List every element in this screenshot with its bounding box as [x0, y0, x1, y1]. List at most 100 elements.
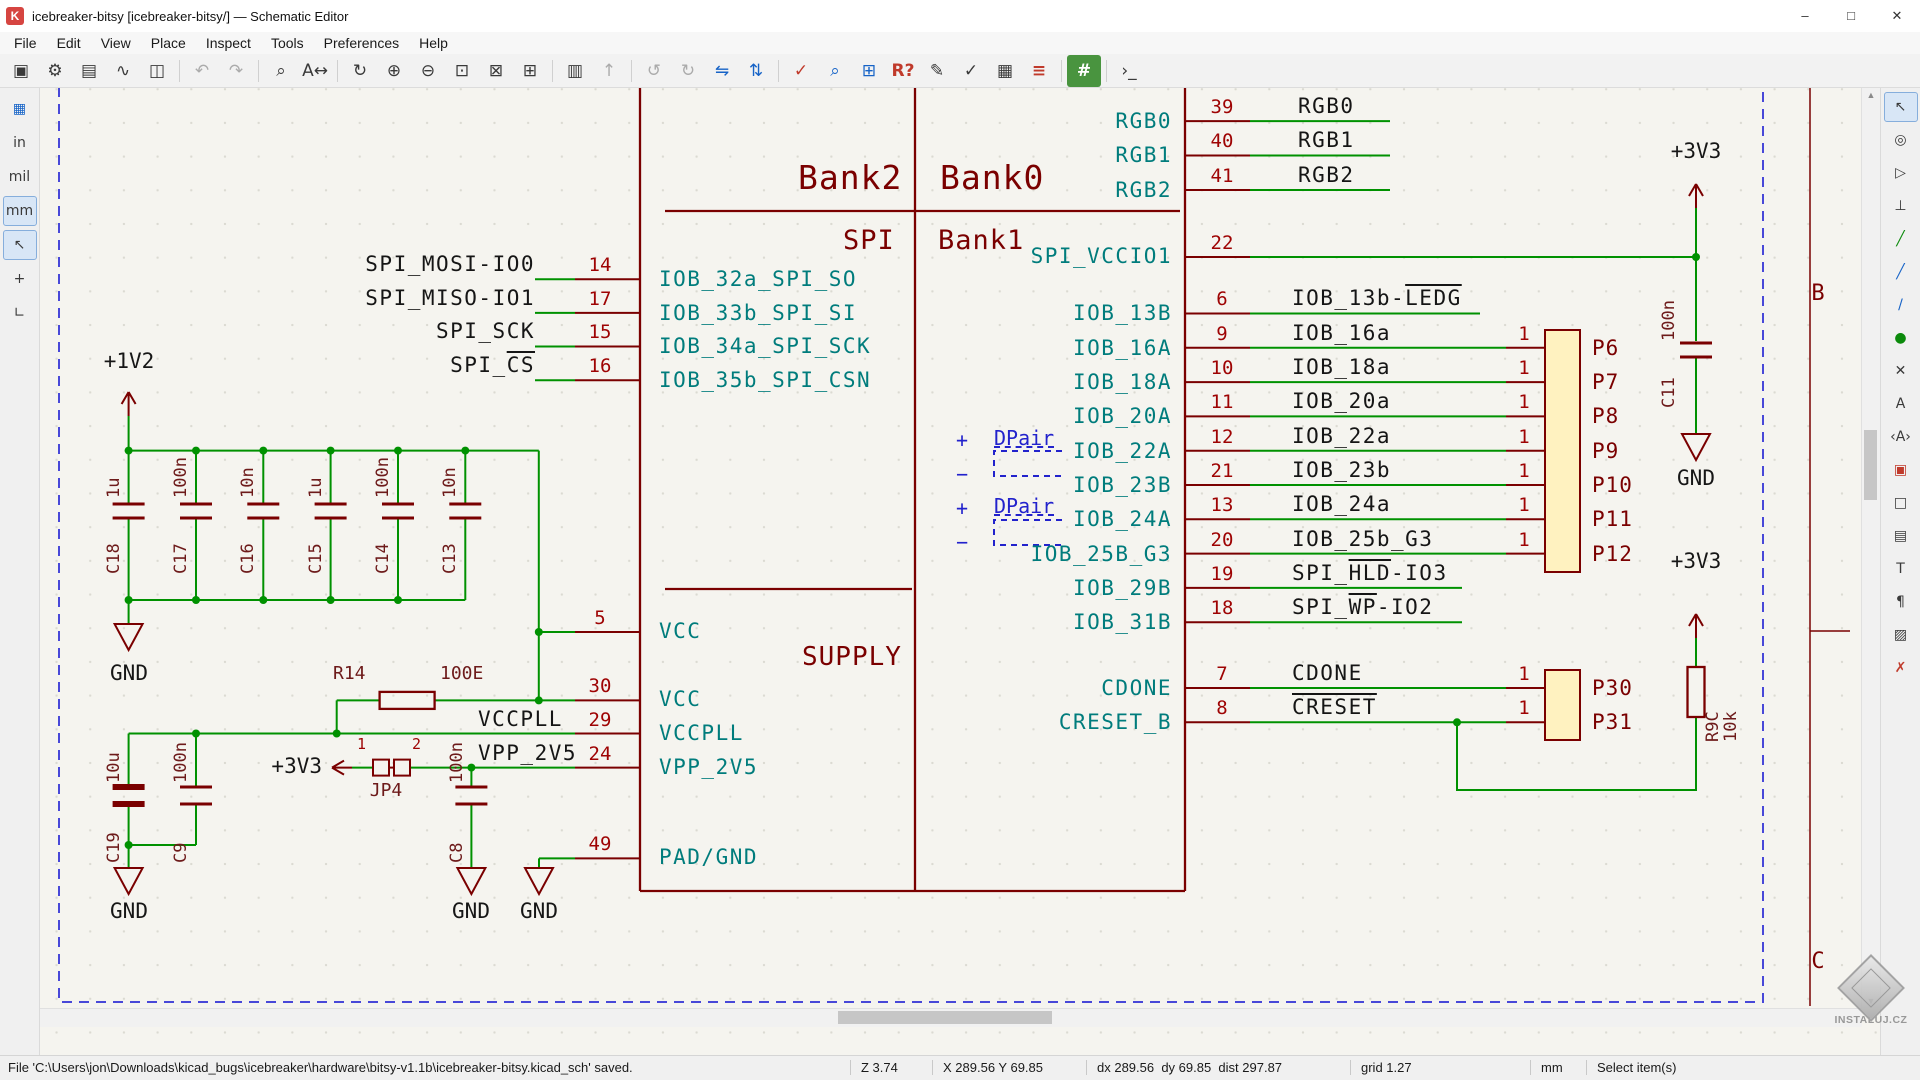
connector-pin-number[interactable]: 1 [1504, 325, 1544, 344]
gnd-label[interactable]: GND [494, 901, 584, 922]
dpair-plus[interactable]: + [956, 498, 968, 518]
pin-name[interactable]: VCCPLL [659, 723, 744, 744]
close-button[interactable]: ✕ [1874, 0, 1920, 32]
power-label-3v3[interactable]: +3V3 [238, 756, 322, 777]
pin-name[interactable]: IOB_31B [1073, 612, 1172, 633]
connector-pin-number[interactable]: 1 [1504, 428, 1544, 447]
pin-row[interactable]: IOB_20A 11 IOB_20a 1 P8 [0, 382, 1920, 416]
vertical-scrollbar[interactable]: ▲ ▼ [1861, 88, 1880, 1008]
mirror-h-button[interactable]: ⇋ [705, 55, 739, 87]
refresh-button[interactable]: ↻ [343, 55, 377, 87]
measure-tool-button[interactable]: ∟ [3, 298, 37, 328]
net-label[interactable]: SPI_WP-IO2 [1292, 597, 1433, 618]
pin-number[interactable]: 6 [1192, 290, 1252, 309]
schematic-canvas[interactable]: Bank2 Bank0 SPI Bank1 SUPPLY RGB0 39 RGB… [0, 0, 1920, 1080]
sheet-settings-button[interactable]: ⚙ [38, 55, 72, 87]
net-label[interactable]: RGB0 [1298, 96, 1355, 117]
pin-number[interactable]: 22 [1192, 234, 1252, 253]
pin-number[interactable]: 39 [1192, 98, 1252, 117]
scroll-up-arrow[interactable]: ▲ [1862, 90, 1880, 100]
power-label-3v3[interactable]: +3V3 [1651, 141, 1741, 162]
open-pcb-editor-button[interactable]: # [1067, 55, 1101, 87]
units-mils-button[interactable]: mil [3, 162, 37, 192]
r9c-reference[interactable]: R9C [1703, 664, 1723, 742]
leave-sheet-button[interactable]: ↑ [592, 55, 626, 87]
menu-item[interactable]: Place [141, 35, 196, 51]
capacitor-reference[interactable]: C13 [440, 524, 460, 574]
symbol-fields-table-button[interactable]: ▦ [988, 55, 1022, 87]
plot-button[interactable]: ∿ [106, 55, 140, 87]
connector-pin-number[interactable]: 1 [1504, 462, 1544, 481]
net-label[interactable]: VCCPLL [478, 709, 563, 730]
capacitor[interactable]: 10n C16 [229, 450, 296, 600]
capacitor[interactable]: 10u C19 [95, 737, 162, 887]
capacitor-value[interactable]: 10n [440, 450, 460, 498]
pin-number[interactable]: 41 [1192, 167, 1252, 186]
net-label[interactable]: CRESET [1292, 697, 1377, 718]
rotate-ccw-button[interactable]: ↺ [637, 55, 671, 87]
add-bus-tool[interactable]: ╱ [1884, 257, 1918, 287]
net-label[interactable]: RGB1 [1298, 130, 1355, 151]
r14-reference[interactable]: R14 [333, 665, 366, 683]
pin-number[interactable]: 19 [1192, 565, 1252, 584]
dpair-plus[interactable]: + [956, 430, 968, 450]
add-net-label-tool[interactable]: A [1884, 389, 1918, 419]
pin-number[interactable]: 14 [570, 256, 630, 275]
capacitor[interactable]: 100n C9 [162, 737, 229, 887]
pin-number[interactable]: 49 [570, 835, 630, 854]
units-inches-button[interactable]: in [3, 128, 37, 158]
power-label-1v2[interactable]: +1V2 [84, 351, 174, 372]
gnd-label[interactable]: GND [84, 663, 174, 684]
mirror-v-button[interactable]: ⇅ [739, 55, 773, 87]
capacitor-reference[interactable]: C15 [306, 524, 326, 574]
connector-pin-number[interactable]: 1 [1504, 665, 1544, 684]
capacitor-reference[interactable]: C9 [171, 813, 191, 863]
connector-pin-number[interactable]: 1 [1504, 496, 1544, 515]
dpair-label[interactable]: DPair [994, 428, 1054, 448]
maximize-button[interactable]: □ [1828, 0, 1874, 32]
pin-name[interactable]: CRESET_B [1059, 712, 1172, 733]
pin-name[interactable]: VPP_2V5 [659, 757, 758, 778]
zoom-page-button[interactable]: ⊡ [445, 55, 479, 87]
pin-row[interactable]: CDONE 7 CDONE 1 P30 [0, 654, 1920, 688]
net-label[interactable]: IOB_16a [1292, 323, 1391, 344]
gnd-label[interactable]: GND [1651, 468, 1741, 489]
connector-pin-number[interactable]: 1 [1504, 531, 1544, 550]
r9c-value[interactable]: 10k [1721, 664, 1741, 742]
power-label-3v3[interactable]: +3V3 [1651, 551, 1741, 572]
capacitor-value[interactable]: 1u [306, 450, 326, 498]
pin-row[interactable]: RGB0 39 RGB0 [0, 87, 1920, 121]
menu-item[interactable]: View [91, 35, 141, 51]
capacitor-reference[interactable]: C14 [373, 524, 393, 574]
pin-number[interactable]: 9 [1192, 325, 1252, 344]
zoom-selection-button[interactable]: ⊞ [513, 55, 547, 87]
connector-pin-number[interactable]: 1 [1504, 359, 1544, 378]
connector-pin-number[interactable]: 1 [1504, 393, 1544, 412]
jp4-pin2-number[interactable]: 2 [412, 737, 421, 752]
jp4-jumper-symbol[interactable] [373, 760, 410, 776]
net-label[interactable]: IOB_22a [1292, 426, 1391, 447]
capacitor-reference[interactable]: C17 [171, 524, 191, 574]
bom-button[interactable]: ≡ [1022, 55, 1056, 87]
add-textbox-tool[interactable]: ¶ [1884, 587, 1918, 617]
dpair-label[interactable]: DPair [994, 496, 1054, 516]
cursor-crosshair-button[interactable]: + [3, 264, 37, 294]
pin-number[interactable]: 13 [1192, 496, 1252, 515]
add-symbol-tool[interactable]: ▷ [1884, 158, 1918, 188]
capacitor-value[interactable]: 100n [1659, 291, 1679, 341]
pin-number[interactable]: 12 [1192, 428, 1252, 447]
net-label[interactable]: IOB_24a [1292, 494, 1391, 515]
rotate-cw-button[interactable]: ↻ [671, 55, 705, 87]
redo-button[interactable]: ↷ [219, 55, 253, 87]
capacitor-value[interactable]: 100n [171, 737, 191, 783]
pin-number[interactable]: 24 [570, 745, 630, 764]
jp4-pin1-number[interactable]: 1 [357, 737, 366, 752]
pin-number[interactable]: 30 [570, 677, 630, 696]
zoom-out-button[interactable]: ⊖ [411, 55, 445, 87]
annotate-button[interactable]: ⊞ [852, 55, 886, 87]
capacitor-reference[interactable]: C11 [1659, 362, 1679, 408]
pin-number[interactable]: 10 [1192, 359, 1252, 378]
pin-row[interactable]: IOB_16A 9 IOB_16a 1 P6 [0, 313, 1920, 347]
capacitor-value[interactable]: 100n [447, 737, 467, 783]
pin-number[interactable]: 11 [1192, 393, 1252, 412]
